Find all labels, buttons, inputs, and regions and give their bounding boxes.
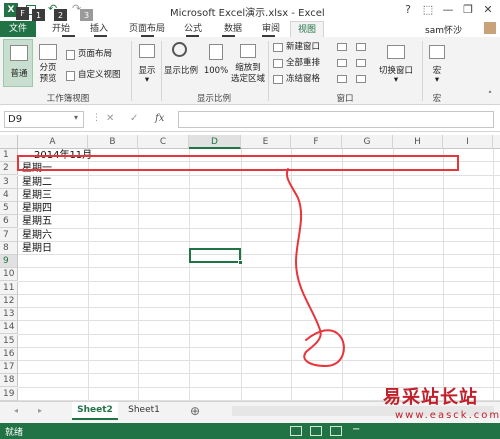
zoom-out-icon[interactable]: − bbox=[352, 424, 360, 435]
sheet-tab-sheet2[interactable]: Sheet2 bbox=[72, 402, 118, 420]
status-bar: 就绪 − bbox=[0, 423, 500, 439]
highlight-rectangle bbox=[17, 155, 459, 171]
watermark-url: www.easck.com bbox=[395, 410, 500, 421]
sheet-tab-sheet1[interactable]: Sheet1 bbox=[124, 402, 164, 420]
page-layout-icon[interactable] bbox=[310, 426, 322, 436]
watermark-logo: 易采站长站 bbox=[383, 387, 478, 408]
scroll-last-sheet-icon[interactable]: ▸ bbox=[38, 406, 42, 415]
status-text: 就绪 bbox=[5, 428, 24, 438]
add-sheet-icon[interactable]: ⊕ bbox=[190, 404, 200, 418]
red-annotation bbox=[17, 155, 459, 368]
scroll-first-sheet-icon[interactable]: ◂ bbox=[14, 406, 18, 415]
normal-view-icon[interactable] bbox=[290, 426, 302, 436]
page-break-icon[interactable] bbox=[330, 426, 342, 436]
freehand-line bbox=[286, 168, 345, 368]
